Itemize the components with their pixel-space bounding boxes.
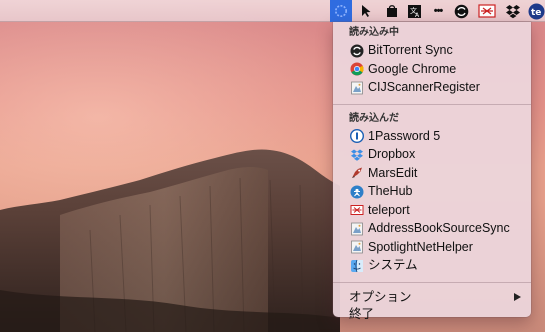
menu-item-label: teleport: [368, 202, 410, 217]
dropbox-icon: [349, 147, 364, 162]
generic-app-icon: [349, 240, 364, 255]
menu-item-marsedit[interactable]: MarsEdit: [333, 164, 531, 183]
menu-item-label: Dropbox: [368, 147, 416, 161]
more-dots-icon[interactable]: •••: [427, 2, 449, 20]
bittorrent-sync-icon[interactable]: [452, 2, 470, 20]
dropdown-menu: 読み込み中 BitTorrent Sync Google Chrome CIJS…: [333, 22, 531, 321]
menu-item-label: TheHub: [368, 184, 413, 198]
menu-item-quit[interactable]: 終了: [333, 306, 531, 323]
menu-separator: [333, 103, 531, 105]
menu-item-thehub[interactable]: TheHub: [333, 182, 531, 201]
svg-text:te: te: [531, 8, 541, 18]
section-header-loading: 読み込み中: [349, 27, 399, 38]
menu-item-options[interactable]: オプション: [333, 289, 531, 306]
menu-item-label: BitTorrent Sync: [368, 43, 453, 57]
menu-item-google-chrome[interactable]: Google Chrome: [333, 60, 531, 79]
menu-item-label: システム: [368, 258, 418, 272]
menu-item-teleport[interactable]: teleport: [333, 201, 531, 220]
menu-item-label: MarsEdit: [368, 165, 418, 180]
teleport-menubar-icon[interactable]: [330, 0, 352, 22]
menu-item-1password[interactable]: 1Password 5: [333, 127, 531, 146]
menu-item-cijscannerregister[interactable]: CIJScannerRegister: [333, 78, 531, 97]
desktop: 文 A ••• te 読み込み中 BitTorrent Sync Google …: [0, 0, 545, 332]
menu-item-addressbooksourcesync[interactable]: AddressBookSourceSync: [333, 219, 531, 238]
menu-item-label: CIJScannerRegister: [368, 80, 480, 94]
options-label: オプション: [349, 289, 412, 304]
chrome-icon: [349, 62, 364, 77]
section-header-loaded: 読み込んだ: [349, 112, 399, 124]
menu-separator: [333, 281, 531, 283]
menu-item-label: 1Password 5: [368, 128, 441, 143]
finder-icon: [349, 258, 364, 273]
thehub-icon: [349, 184, 364, 199]
onepassword-icon: [349, 129, 364, 144]
shopping-bag-icon[interactable]: [383, 2, 401, 20]
menu-item-label: SpotlightNetHelper: [368, 239, 473, 254]
marsedit-icon: [349, 166, 364, 181]
generic-app-icon: [349, 80, 364, 95]
menu-item-label: Google Chrome: [368, 61, 457, 76]
quit-label: 終了: [349, 306, 375, 321]
menu-item-label: AddressBookSourceSync: [368, 221, 510, 235]
menu-bar: 文 A ••• te: [0, 0, 545, 22]
menu-item-dropbox[interactable]: Dropbox: [333, 145, 531, 164]
dropbox-icon[interactable]: [504, 2, 522, 20]
submenu-arrow-icon: [514, 292, 521, 301]
bittorrent-sync-icon: [349, 43, 364, 58]
generic-app-icon: [349, 221, 364, 236]
translate-icon[interactable]: 文 A: [405, 2, 423, 20]
menu-item-spotlightnethelper[interactable]: SpotlightNetHelper: [333, 238, 531, 257]
cursor-icon[interactable]: [357, 2, 375, 20]
menu-item-system[interactable]: システム: [333, 256, 531, 275]
menu-item-bittorrent-sync[interactable]: BitTorrent Sync: [333, 41, 531, 60]
teleport-status-icon[interactable]: [478, 2, 496, 20]
teleport-icon: [349, 203, 364, 218]
app-icon[interactable]: te: [527, 2, 545, 20]
